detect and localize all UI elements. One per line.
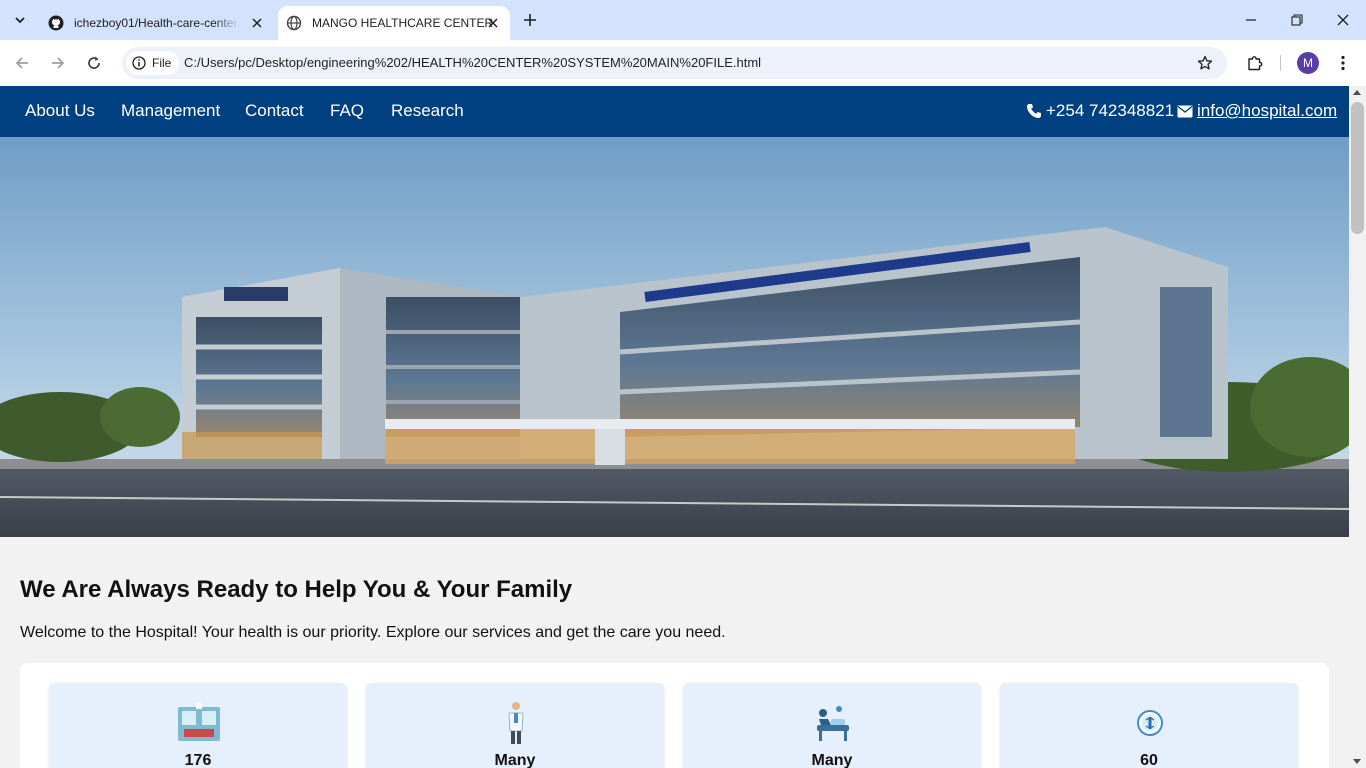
toolbar-separator	[1280, 55, 1281, 71]
restore-icon	[1291, 14, 1303, 26]
medical-emblem-icon	[1127, 701, 1173, 745]
arrow-right-icon	[52, 57, 65, 69]
tab-title: ichezboy01/Health-care-center	[74, 16, 238, 30]
hero-building-image	[0, 137, 1349, 537]
close-icon[interactable]	[248, 14, 266, 32]
stats-panel: 176 Many Many 60	[20, 663, 1329, 768]
page-scrollbar[interactable]	[1349, 86, 1366, 768]
profile-avatar[interactable]: M	[1297, 52, 1319, 74]
stat-card-rooms: 176	[49, 683, 347, 768]
bookmark-button[interactable]	[1195, 53, 1215, 73]
reload-icon	[88, 56, 100, 69]
site-info-chip[interactable]: File	[126, 51, 180, 75]
window-close-button[interactable]	[1328, 6, 1358, 34]
nav-link-about-us[interactable]: About Us	[25, 101, 95, 121]
contact-email: info@hospital.com	[1177, 101, 1337, 121]
minimize-button[interactable]	[1236, 6, 1266, 34]
nav-link-research[interactable]: Research	[391, 101, 464, 121]
page-viewport: About Us Management Contact FAQ Research…	[0, 86, 1366, 768]
hospital-room-icon	[176, 701, 222, 745]
browser-menu-button[interactable]	[1333, 51, 1353, 75]
github-icon	[48, 15, 64, 31]
tab-search-button[interactable]	[6, 6, 34, 34]
more-vert-icon	[1341, 55, 1345, 71]
nav-link-contact[interactable]: Contact	[245, 101, 304, 121]
stat-card-specialties: 60	[1000, 683, 1298, 768]
site-navbar: About Us Management Contact FAQ Research…	[0, 86, 1349, 137]
url-text[interactable]: C:/Users/pc/Desktop/engineering%202/HEAL…	[184, 55, 761, 70]
minimize-icon	[1246, 19, 1256, 21]
welcome-heading: We Are Always Ready to Help You & Your F…	[20, 576, 573, 603]
plus-icon	[524, 14, 536, 26]
arrow-left-icon	[15, 57, 28, 69]
info-icon	[132, 56, 146, 70]
phone-number: +254 742348821	[1046, 101, 1175, 120]
stat-value: 176	[184, 752, 212, 768]
stat-value: Many	[811, 752, 853, 768]
contact-phone: +254 742348821	[1026, 101, 1174, 121]
puzzle-icon	[1248, 56, 1263, 71]
nav-link-management[interactable]: Management	[121, 101, 220, 121]
phone-icon	[1027, 104, 1041, 118]
scroll-up-arrow-icon[interactable]	[1353, 90, 1361, 95]
globe-icon	[286, 15, 302, 31]
browser-toolbar: File C:/Users/pc/Desktop/engineering%202…	[0, 40, 1366, 86]
tab-title: MANGO HEALTHCARE CENTER	[312, 16, 494, 30]
close-icon[interactable]	[484, 14, 502, 32]
stat-value: Many	[494, 752, 536, 768]
new-tab-button[interactable]	[518, 8, 542, 32]
address-bar[interactable]: File C:/Users/pc/Desktop/engineering%202…	[122, 47, 1227, 79]
browser-tab-bar: ichezboy01/Health-care-center MANGO HEAL…	[0, 0, 1366, 40]
stat-card-patients: Many	[683, 683, 981, 768]
scrollbar-thumb[interactable]	[1351, 102, 1364, 234]
page-content: About Us Management Contact FAQ Research…	[0, 86, 1349, 768]
extensions-button[interactable]	[1243, 51, 1267, 75]
browser-tab-mango[interactable]: MANGO HEALTHCARE CENTER	[278, 6, 510, 40]
chevron-down-icon	[15, 17, 25, 24]
scroll-down-arrow-icon[interactable]	[1353, 759, 1361, 764]
patient-care-icon	[810, 701, 856, 745]
site-chip-label: File	[152, 56, 172, 70]
reload-button[interactable]	[82, 51, 106, 75]
back-button[interactable]	[10, 51, 34, 75]
browser-tab-github[interactable]: ichezboy01/Health-care-center	[40, 6, 274, 40]
forward-button[interactable]	[46, 51, 70, 75]
nav-link-faq[interactable]: FAQ	[330, 101, 364, 121]
star-icon	[1197, 55, 1213, 70]
stat-card-doctors: Many	[366, 683, 664, 768]
stat-value: 60	[1140, 752, 1158, 768]
welcome-text: Welcome to the Hospital! Your health is …	[20, 624, 726, 641]
restore-button[interactable]	[1282, 6, 1312, 34]
doctor-icon	[493, 701, 539, 745]
close-icon	[1337, 14, 1349, 26]
envelope-icon	[1177, 105, 1193, 117]
email-link[interactable]: info@hospital.com	[1197, 101, 1337, 121]
